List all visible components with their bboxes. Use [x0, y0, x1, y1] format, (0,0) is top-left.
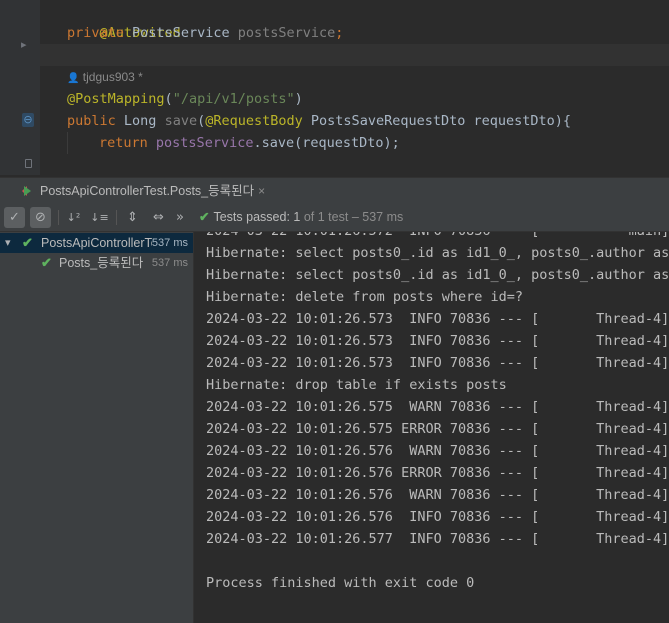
- toolbar-separator: [58, 210, 59, 225]
- field-token: postsService: [237, 25, 336, 41]
- user-icon: 👤: [67, 73, 80, 84]
- status-passed-count: 1: [293, 210, 301, 224]
- test-runner-toolbar: ✓ ⊘ ↓² ↓≡ ⇕ ⇔ » ✔ Tests passed: 1 of 1 te…: [0, 204, 669, 232]
- type-token: PostsService: [132, 25, 230, 41]
- console-line: 2024-03-22 10:01:26.573 INFO 70836 --- […: [206, 333, 669, 349]
- caret-line-highlight: [40, 44, 669, 66]
- status-prefix: Tests passed:: [213, 210, 290, 224]
- code-line-6[interactable]: public Long save(@RequestBody PostsSaveR…: [67, 110, 571, 132]
- type-token: PostsSaveRequestDto: [310, 113, 466, 129]
- show-ignored-icon: ⊘: [35, 210, 46, 225]
- passed-check-icon: ✔: [22, 235, 33, 250]
- method-name-token: save: [164, 113, 198, 129]
- code-line-2[interactable]: private PostsService postsService;: [67, 22, 343, 44]
- console-line: 2024-03-22 10:01:26.576 ERROR 70836 --- …: [206, 465, 669, 481]
- run-tool-window-tabs: PostsApiControllerTest.Posts_등록된다 ×: [0, 177, 669, 205]
- code-line-8[interactable]: }: [67, 153, 108, 175]
- console-line: 2024-03-22 10:01:26.573 INFO 70836 --- […: [206, 311, 669, 327]
- test-results-tree[interactable]: ▾ ✔ PostsApiControllerTe 537 ms ✔ Posts_…: [0, 232, 194, 623]
- tree-node-test-class[interactable]: ▾ ✔ PostsApiControllerTe 537 ms: [0, 233, 193, 253]
- call-token: .save(requestDto);: [253, 135, 400, 151]
- status-total: of 1 test: [303, 210, 349, 224]
- paren-token: (: [164, 91, 173, 107]
- endpoint-gutter-icon[interactable]: ⊖: [22, 113, 34, 127]
- console-line: 2024-03-22 10:01:26.575 WARN 70836 --- […: [206, 399, 669, 415]
- expand-all-button[interactable]: ⇕: [122, 207, 143, 228]
- passed-check-icon: ✔: [41, 255, 52, 270]
- type-token: Long: [123, 113, 157, 129]
- tree-node-test-method[interactable]: ✔ Posts_등록된다 537 ms: [0, 253, 193, 273]
- test-config-icon: [24, 186, 31, 196]
- author-name: tjdgus903 *: [82, 70, 143, 84]
- test-status: ✔ Tests passed: 1 of 1 test – 537 ms: [199, 204, 403, 231]
- paren-token: (: [197, 113, 206, 129]
- tree-node-label: Posts_등록된다: [59, 256, 144, 270]
- code-editor[interactable]: ▸ @Autowired private PostsService postsS…: [0, 0, 669, 175]
- show-passed-icon: ✓: [9, 210, 20, 225]
- indent-guide: [67, 132, 68, 154]
- code-line-1[interactable]: @Autowired: [67, 0, 181, 41]
- code-line-5[interactable]: @PostMapping("/api/v1/posts"): [67, 88, 303, 110]
- console-line: 2024-03-22 10:01:26.576 INFO 70836 --- […: [206, 509, 669, 525]
- more-icon: »: [176, 210, 184, 225]
- passed-check-icon: ✔: [199, 210, 210, 224]
- tree-node-duration: 537 ms: [151, 257, 188, 269]
- paren-token: ){: [554, 113, 572, 129]
- sort-alpha-icon: ↓²: [66, 211, 81, 224]
- more-actions-button[interactable]: »: [173, 207, 187, 228]
- console-line: Hibernate: select posts0_.id as id1_0_, …: [206, 245, 669, 261]
- show-ignored-button[interactable]: ⊘: [30, 207, 51, 228]
- console-line: 2024-03-22 10:01:26.576 WARN 70836 --- […: [206, 487, 669, 503]
- close-icon[interactable]: ×: [258, 184, 265, 198]
- annotation-token: @PostMapping: [67, 91, 165, 107]
- param-token: requestDto: [473, 113, 555, 129]
- sort-by-duration-button[interactable]: ↓≡: [89, 207, 110, 228]
- toolbar-separator: [116, 210, 117, 225]
- annotation-token: @RequestBody: [205, 113, 303, 129]
- run-tab-label: PostsApiControllerTest.Posts_등록된다: [40, 184, 255, 198]
- keyword-token: return: [99, 135, 148, 151]
- keyword-token: private: [67, 25, 124, 41]
- console-line: Process finished with exit code 0: [206, 575, 475, 591]
- code-line-7[interactable]: return postsService.save(requestDto);: [99, 132, 400, 154]
- fold-end-icon[interactable]: [25, 159, 32, 168]
- paren-token: ): [294, 91, 303, 107]
- expand-all-icon: ⇕: [127, 210, 138, 225]
- console-line: 2024-03-22 10:01:26.576 WARN 70836 --- […: [206, 443, 669, 459]
- semicolon-token: ;: [335, 25, 344, 41]
- sort-duration-icon: ↓≡: [90, 211, 109, 224]
- console-line: 2024-03-22 10:01:26.577 INFO 70836 --- […: [206, 531, 669, 547]
- fold-arrow-icon[interactable]: ▸: [21, 38, 27, 51]
- string-token: "/api/v1/posts": [172, 91, 295, 107]
- console-line: 2024-03-22 10:01:26.572 INFO 70836 --- […: [206, 232, 669, 242]
- console-line: Hibernate: delete from posts where id=?: [206, 289, 523, 305]
- collapse-all-icon: ⇔: [153, 210, 164, 225]
- console-output[interactable]: 2024-03-22 10:01:26.572 INFO 70836 --- […: [194, 232, 669, 623]
- console-line: Hibernate: drop table if exists posts: [206, 377, 507, 393]
- collapse-all-button[interactable]: ⇔: [148, 207, 169, 228]
- chevron-down-icon[interactable]: ▾: [5, 233, 11, 253]
- status-duration: 537 ms: [362, 210, 404, 224]
- editor-gutter[interactable]: [0, 0, 40, 175]
- code-author-hint[interactable]: 👤 tjdgus903 *: [67, 66, 143, 88]
- console-line: Hibernate: select posts0_.id as id1_0_, …: [206, 267, 669, 283]
- field-token: postsService: [155, 135, 254, 151]
- console-line: 2024-03-22 10:01:26.575 ERROR 70836 --- …: [206, 421, 669, 437]
- console-line: 2024-03-22 10:01:26.573 INFO 70836 --- […: [206, 355, 669, 371]
- show-passed-button[interactable]: ✓: [4, 207, 25, 228]
- tree-node-duration: 537 ms: [151, 233, 188, 253]
- tab-run-config[interactable]: PostsApiControllerTest.Posts_등록된다 ×: [40, 178, 265, 204]
- status-dash: –: [351, 210, 359, 224]
- sort-alphabetically-button[interactable]: ↓²: [63, 207, 84, 228]
- tree-node-label: PostsApiControllerTe: [41, 236, 158, 250]
- keyword-token: public: [67, 113, 116, 129]
